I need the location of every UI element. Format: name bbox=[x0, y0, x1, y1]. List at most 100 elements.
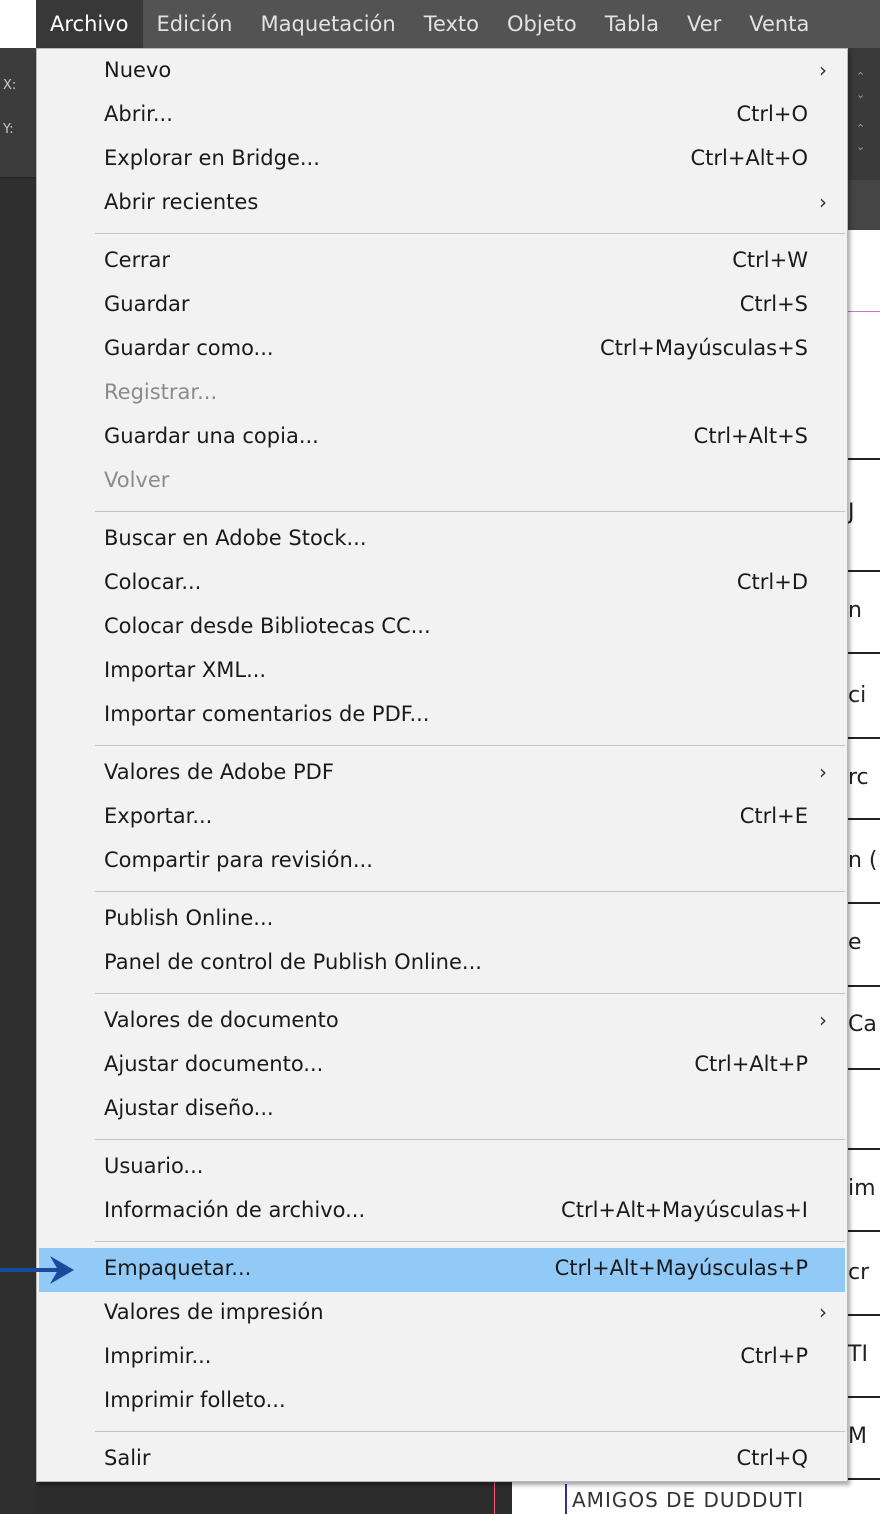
menu-separator bbox=[95, 745, 845, 746]
control-panel-right bbox=[845, 48, 880, 180]
stepper-up-icon[interactable]: ⌃ bbox=[856, 71, 865, 82]
menu-objeto[interactable]: Objeto bbox=[493, 0, 591, 48]
menu-item-ajustar-documento[interactable]: Ajustar documento... Ctrl+Alt+P bbox=[39, 1044, 845, 1088]
menu-item-buscar-en-adobe-stock[interactable]: Buscar en Adobe Stock... bbox=[39, 518, 845, 562]
menu-item-nuevo[interactable]: Nuevo › bbox=[39, 50, 845, 94]
submenu-chevron-right-icon: › bbox=[819, 190, 827, 214]
stepper-down-icon[interactable]: ⌄ bbox=[856, 89, 865, 100]
menu-item-importar-xml[interactable]: Importar XML... bbox=[39, 650, 845, 694]
menu-item-salir[interactable]: Salir Ctrl+Q bbox=[39, 1438, 845, 1482]
margin-guide bbox=[846, 311, 880, 312]
table-rule bbox=[846, 737, 880, 739]
menu-ver[interactable]: Ver bbox=[673, 0, 735, 48]
stepper-up-icon[interactable]: ⌃ bbox=[856, 123, 865, 134]
menu-item-label: Información de archivo... bbox=[104, 1198, 366, 1222]
menu-item-shortcut: Ctrl+D bbox=[736, 570, 808, 594]
menu-item-ajustar-diseno[interactable]: Ajustar diseño... bbox=[39, 1088, 845, 1132]
document-text-fragment: TI bbox=[848, 1342, 868, 1367]
menu-item-explorar-en-bridge[interactable]: Explorar en Bridge... Ctrl+Alt+O bbox=[39, 138, 845, 182]
menu-item-informacion-de-archivo[interactable]: Información de archivo... Ctrl+Alt+Mayúsc… bbox=[39, 1190, 845, 1234]
menu-item-exportar[interactable]: Exportar... Ctrl+E bbox=[39, 796, 845, 840]
document-text-fragment: Ca bbox=[848, 1012, 877, 1037]
menu-item-shortcut: Ctrl+Alt+Mayúsculas+P bbox=[554, 1256, 808, 1280]
menu-item-label: Guardar bbox=[104, 292, 190, 316]
menu-separator bbox=[95, 891, 845, 892]
menu-tabla[interactable]: Tabla bbox=[591, 0, 673, 48]
menu-item-label: Ajustar diseño... bbox=[104, 1096, 274, 1120]
table-rule bbox=[846, 818, 880, 820]
table-rule bbox=[846, 1396, 880, 1398]
menu-item-guardar-como[interactable]: Guardar como... Ctrl+Mayúsculas+S bbox=[39, 328, 845, 372]
menu-item-label: Exportar... bbox=[104, 804, 213, 828]
menu-separator bbox=[95, 1241, 845, 1242]
menu-item-shortcut: Ctrl+P bbox=[740, 1344, 808, 1368]
menu-item-valores-de-documento[interactable]: Valores de documento › bbox=[39, 1000, 845, 1044]
document-text-fragment: ci bbox=[848, 683, 867, 708]
menu-item-colocar[interactable]: Colocar... Ctrl+D bbox=[39, 562, 845, 606]
table-rule bbox=[846, 570, 880, 572]
menu-item-guardar-una-copia[interactable]: Guardar una copia... Ctrl+Alt+S bbox=[39, 416, 845, 460]
menu-item-label: Ajustar documento... bbox=[104, 1052, 324, 1076]
menu-item-valores-de-impresion[interactable]: Valores de impresión › bbox=[39, 1292, 845, 1336]
menu-item-empaquetar[interactable]: Empaquetar... Ctrl+Alt+Mayúsculas+P bbox=[39, 1248, 845, 1292]
menu-item-usuario[interactable]: Usuario... bbox=[39, 1146, 845, 1190]
menu-bar: Archivo Edición Maquetación Texto Objeto… bbox=[36, 0, 880, 48]
menu-item-label: Guardar una copia... bbox=[104, 424, 319, 448]
menu-item-label: Buscar en Adobe Stock... bbox=[104, 526, 367, 550]
document-tab-bar bbox=[845, 180, 880, 230]
x-field-label: X: bbox=[3, 78, 17, 93]
stepper-down-icon[interactable]: ⌄ bbox=[856, 141, 865, 152]
submenu-chevron-right-icon: › bbox=[819, 760, 827, 784]
menu-item-shortcut: Ctrl+Q bbox=[736, 1446, 809, 1470]
table-rule bbox=[846, 1230, 880, 1232]
menu-item-label: Nuevo bbox=[104, 58, 172, 82]
menu-item-label: Importar comentarios de PDF... bbox=[104, 702, 430, 726]
menu-item-imprimir[interactable]: Imprimir... Ctrl+P bbox=[39, 1336, 845, 1380]
menu-item-abrir-recientes[interactable]: Abrir recientes › bbox=[39, 182, 845, 226]
archivo-dropdown-menu: Nuevo › Abrir... Ctrl+O Explorar en Bridge..… bbox=[36, 48, 848, 1482]
menu-item-shortcut: Ctrl+Mayúsculas+S bbox=[599, 336, 808, 360]
menu-item-importar-comentarios-de-pdf[interactable]: Importar comentarios de PDF... bbox=[39, 694, 845, 738]
menu-separator bbox=[95, 993, 845, 994]
menu-item-abrir[interactable]: Abrir... Ctrl+O bbox=[39, 94, 845, 138]
submenu-chevron-right-icon: › bbox=[819, 1008, 827, 1032]
menu-item-shortcut: Ctrl+W bbox=[732, 248, 808, 272]
menu-edicion[interactable]: Edición bbox=[143, 0, 247, 48]
document-text-fragment: n ( bbox=[848, 848, 878, 873]
menu-item-label: Publish Online... bbox=[104, 906, 274, 930]
menu-item-shortcut: Ctrl+Alt+P bbox=[694, 1052, 808, 1076]
menu-item-label: Colocar... bbox=[104, 570, 202, 594]
menu-item-label: Imprimir folleto... bbox=[104, 1388, 286, 1412]
menu-item-compartir-para-revision[interactable]: Compartir para revisión... bbox=[39, 840, 845, 884]
menu-item-cerrar[interactable]: Cerrar Ctrl+W bbox=[39, 240, 845, 284]
menu-item-publish-online[interactable]: Publish Online... bbox=[39, 898, 845, 942]
menu-item-imprimir-folleto[interactable]: Imprimir folleto... bbox=[39, 1380, 845, 1424]
menu-item-label: Valores de Adobe PDF bbox=[104, 760, 334, 784]
menu-item-label: Usuario... bbox=[104, 1154, 204, 1178]
table-rule bbox=[846, 1478, 880, 1480]
menu-item-volver: Volver bbox=[39, 460, 845, 504]
document-text-fragment: M bbox=[848, 1424, 867, 1449]
menu-item-label: Compartir para revisión... bbox=[104, 848, 373, 872]
document-text-fragment: J bbox=[848, 500, 855, 525]
menu-item-colocar-desde-bibliotecas-cc[interactable]: Colocar desde Bibliotecas CC... bbox=[39, 606, 845, 650]
menu-item-panel-de-control-de-publish-online[interactable]: Panel de control de Publish Online... bbox=[39, 942, 845, 986]
menu-ventana[interactable]: Venta bbox=[735, 0, 823, 48]
document-text-fragment: im bbox=[848, 1176, 876, 1201]
menu-separator bbox=[95, 511, 845, 512]
menu-separator bbox=[95, 1139, 845, 1140]
table-rule bbox=[846, 652, 880, 654]
menu-item-shortcut: Ctrl+S bbox=[739, 292, 808, 316]
menu-archivo[interactable]: Archivo bbox=[36, 0, 143, 48]
menu-maquetacion[interactable]: Maquetación bbox=[247, 0, 410, 48]
bleed-guide bbox=[494, 1480, 495, 1514]
menu-item-valores-de-adobe-pdf[interactable]: Valores de Adobe PDF › bbox=[39, 752, 845, 796]
menu-item-label: Empaquetar... bbox=[104, 1256, 252, 1280]
page-margin-line bbox=[565, 1484, 567, 1514]
submenu-chevron-right-icon: › bbox=[819, 1300, 827, 1324]
menu-item-shortcut: Ctrl+Alt+O bbox=[690, 146, 808, 170]
table-rule bbox=[846, 1314, 880, 1316]
document-text-fragment: rc bbox=[848, 765, 869, 790]
menu-item-guardar[interactable]: Guardar Ctrl+S bbox=[39, 284, 845, 328]
menu-texto[interactable]: Texto bbox=[410, 0, 493, 48]
